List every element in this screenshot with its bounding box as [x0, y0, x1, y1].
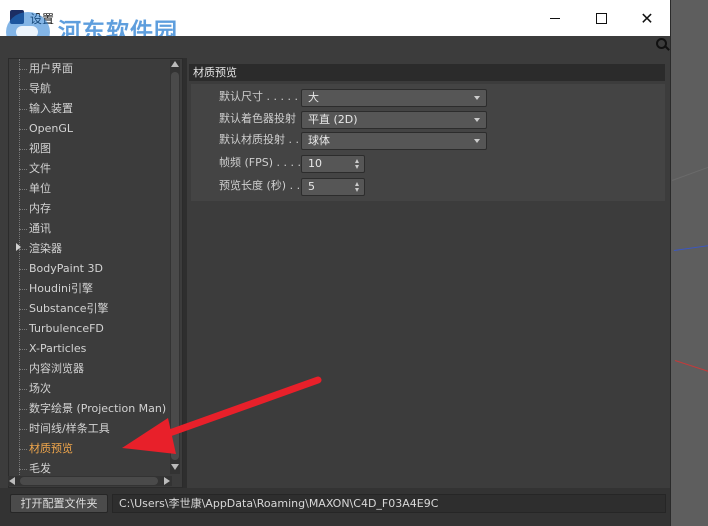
section-body: 默认尺寸 . . . . . . 大 默认着色器投射 平直 (2D) 默认材质投…	[191, 84, 665, 201]
stepper-down-icon[interactable]	[355, 165, 359, 169]
stepper-up-icon[interactable]	[355, 182, 359, 186]
preview-length-stepper[interactable]: 5	[301, 178, 365, 196]
sidebar-item[interactable]: X-Particles	[18, 339, 86, 359]
chevron-down-icon	[474, 139, 480, 143]
scroll-left-icon[interactable]	[9, 477, 15, 485]
title-bar: 设置 ✕	[0, 0, 670, 36]
horizontal-scrollbar[interactable]	[8, 476, 172, 486]
default-shader-projection-dropdown[interactable]: 平直 (2D)	[301, 111, 487, 129]
sidebar-item[interactable]: 单位	[19, 179, 51, 199]
sidebar-item[interactable]: 内存	[19, 199, 51, 219]
sidebar-item[interactable]: 视图	[19, 139, 51, 159]
config-path-field[interactable]: C:\Users\李世康\AppData\Roaming\MAXON\C4D_F…	[112, 494, 666, 513]
sidebar-item[interactable]: OpenGL	[18, 119, 73, 139]
bottom-bar: 打开配置文件夹 C:\Users\李世康\AppData\Roaming\MAX…	[0, 488, 670, 526]
default-material-projection-label: 默认材质投射 . .	[219, 133, 299, 146]
default-shader-projection-value: 平直 (2D)	[308, 113, 358, 126]
section-header[interactable]: 材质预览	[189, 64, 665, 81]
scroll-right-icon[interactable]	[164, 477, 170, 485]
window-title: 设置	[30, 12, 55, 26]
chevron-down-icon	[474, 96, 480, 100]
settings-tree: 用户界面 导航 输入装置 OpenGL 视图 文件 单位 内存 通讯 渲染器 BodyPaint 3…	[8, 58, 183, 488]
horizontal-scroll-thumb[interactable]	[20, 477, 158, 485]
sidebar-item[interactable]: Houdini引擎	[18, 279, 93, 299]
sidebar-item[interactable]: 时间线/样条工具	[19, 419, 110, 439]
search-icon[interactable]	[656, 38, 670, 52]
open-config-folder-button[interactable]: 打开配置文件夹	[10, 494, 108, 513]
default-material-projection-dropdown[interactable]: 球体	[301, 132, 487, 150]
search-bar	[0, 36, 670, 58]
sidebar-item[interactable]: 通讯	[19, 219, 51, 239]
settings-panel: 材质预览 默认尺寸 . . . . . . 大 默认着色器投射 平直 (2D) …	[189, 58, 670, 488]
sidebar-item[interactable]: 导航	[19, 79, 51, 99]
preview-length-label: 预览长度 (秒) . .	[219, 179, 301, 192]
stepper-down-icon[interactable]	[355, 188, 359, 192]
sidebar-item[interactable]: Substance引擎	[19, 299, 109, 319]
default-size-label: 默认尺寸 . . . . . .	[219, 90, 305, 103]
maximize-icon	[595, 12, 607, 24]
maximize-button[interactable]	[578, 0, 624, 36]
default-size-value: 大	[308, 91, 319, 104]
fps-value: 10	[308, 157, 322, 170]
fps-label: 帧频 (FPS) . . . .	[219, 156, 301, 169]
default-shader-projection-label: 默认着色器投射	[219, 112, 296, 125]
sidebar-item[interactable]: 文件	[19, 159, 51, 179]
stepper-up-icon[interactable]	[355, 159, 359, 163]
viewport-background	[670, 0, 708, 526]
minimize-icon	[550, 17, 560, 19]
fps-stepper[interactable]: 10	[301, 155, 365, 173]
sidebar-item[interactable]: BodyPaint 3D	[19, 259, 103, 279]
close-icon: ✕	[640, 8, 654, 28]
vertical-scroll-thumb[interactable]	[171, 72, 179, 460]
default-material-projection-value: 球体	[308, 134, 330, 147]
app-icon	[10, 10, 24, 24]
vertical-scrollbar[interactable]	[170, 60, 180, 474]
sidebar-item[interactable]: 材质预览	[19, 439, 73, 459]
default-size-dropdown[interactable]: 大	[301, 89, 487, 107]
scroll-down-icon[interactable]	[171, 464, 179, 470]
panel-splitter[interactable]	[183, 58, 187, 488]
sidebar-item[interactable]: 数字绘景 (Projection Man)	[18, 399, 166, 419]
sidebar-item[interactable]: 内容浏览器	[19, 359, 84, 379]
minimize-button[interactable]	[532, 0, 578, 36]
sidebar-item[interactable]: TurbulenceFD	[19, 319, 104, 339]
settings-window: 设置 ✕ 河东软件园 www.pc0359.cn 用户界面导航输入装置OpenG…	[0, 0, 671, 526]
preview-length-value: 5	[308, 180, 315, 193]
scroll-up-icon[interactable]	[171, 61, 179, 67]
sidebar-item[interactable]: 场次	[19, 379, 51, 399]
close-button[interactable]: ✕	[624, 0, 670, 36]
sidebar-item[interactable]: 用户界面	[19, 59, 73, 79]
chevron-down-icon	[474, 118, 480, 122]
sidebar-item[interactable]: 输入装置	[19, 99, 73, 119]
sidebar-item[interactable]: 渲染器	[19, 239, 62, 259]
